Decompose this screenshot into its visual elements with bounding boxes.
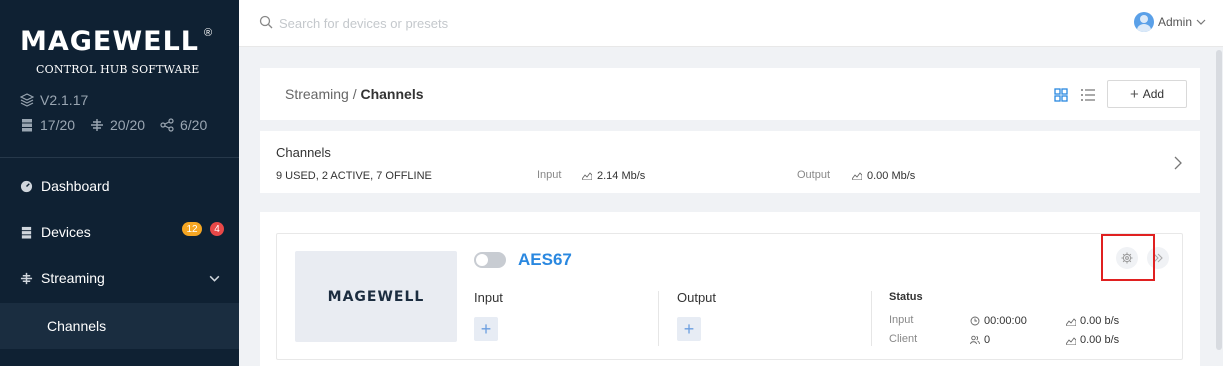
search-icon	[259, 15, 273, 29]
add-button[interactable]: + Add	[1107, 80, 1187, 108]
sidebar-item-devices[interactable]: Devices 12 4	[0, 209, 239, 255]
avatar	[1134, 12, 1154, 32]
breadcrumb: Streaming / Channels	[285, 86, 424, 102]
breadcrumb-separator: /	[348, 86, 361, 102]
channel-name[interactable]: AES67	[518, 250, 572, 270]
sidebar-divider	[0, 157, 239, 158]
breadcrumb-parent[interactable]: Streaming	[285, 86, 349, 102]
chevron-down-icon	[1196, 19, 1206, 25]
section-divider	[658, 291, 659, 346]
sidebar-item-dashboard[interactable]: Dashboard	[0, 163, 239, 209]
devices-warning-badge: 12	[182, 222, 202, 236]
sidebar-item-label: Streaming	[41, 270, 105, 286]
status-duration: 00:00:00	[970, 315, 1027, 327]
summary-counts: 9 USED, 2 ACTIVE, 7 OFFLINE	[276, 170, 432, 182]
version-label: V2.1.17	[40, 92, 89, 108]
sidebar-item-label: Dashboard	[41, 178, 110, 194]
status-input-label: Input	[889, 314, 914, 326]
input-rate-value: 0.00 b/s	[1080, 315, 1120, 327]
stat-share-value: 6/20	[180, 117, 208, 133]
clients-value: 0	[984, 334, 991, 346]
clock-icon	[970, 316, 980, 326]
stat-share: 6/20	[160, 117, 207, 133]
chevron-down-icon	[209, 275, 220, 282]
add-output-button[interactable]: +	[677, 317, 701, 341]
bandwidth-icon	[1066, 318, 1076, 326]
sidebar-item-streaming[interactable]: Streaming	[0, 255, 239, 301]
status-client-rate: 0.00 b/s	[1066, 334, 1119, 346]
share-icon	[160, 118, 174, 132]
stat-servers-value: 17/20	[40, 117, 76, 133]
users-icon	[970, 335, 980, 345]
status-input-rate: 0.00 b/s	[1066, 315, 1119, 327]
summary-output-value: 0.00 Mb/s	[867, 170, 916, 182]
version-info: V2.1.17	[20, 92, 88, 108]
list-view-icon[interactable]	[1080, 88, 1096, 102]
breadcrumb-current: Channels	[360, 86, 424, 102]
channels-summary[interactable]: Channels 9 USED, 2 ACTIVE, 7 OFFLINE Inp…	[260, 131, 1200, 193]
channel-enable-toggle[interactable]	[474, 252, 506, 268]
stat-network-value: 20/20	[110, 117, 146, 133]
user-menu[interactable]: Admin	[1134, 12, 1206, 32]
user-name: Admin	[1158, 15, 1193, 29]
channel-card: MAGEWELL AES67 Input + Output + Status I…	[276, 233, 1183, 360]
layers-icon	[20, 93, 34, 107]
bandwidth-icon	[852, 172, 862, 180]
server-icon	[22, 119, 32, 132]
registered-mark: ®	[204, 27, 213, 39]
client-rate-value: 0.00 b/s	[1080, 334, 1120, 346]
section-divider	[871, 291, 872, 346]
stat-servers: 17/20	[20, 117, 75, 133]
summary-output-rate: 0.00 Mb/s	[852, 170, 915, 182]
brand-subtitle: CONTROL HUB SOFTWARE	[36, 63, 200, 76]
input-section-label: Input	[474, 290, 503, 305]
channel-thumbnail[interactable]: MAGEWELL	[295, 251, 457, 342]
sidebar: MAGEWELL ® CONTROL HUB SOFTWARE V2.1.17 …	[0, 0, 239, 366]
add-button-label: Add	[1142, 87, 1165, 101]
dashboard-icon	[20, 180, 33, 192]
plus-icon: +	[1129, 85, 1139, 103]
status-clients: 0	[970, 334, 990, 346]
highlight-box	[1101, 234, 1155, 281]
sidebar-item-label: Devices	[41, 224, 91, 240]
scrollbar-thumb[interactable]	[1216, 50, 1222, 350]
page-header: Streaming / Channels + Add	[260, 68, 1200, 120]
bandwidth-icon	[582, 172, 592, 180]
network-icon	[91, 119, 103, 131]
brand-logo: MAGEWELL	[20, 26, 200, 57]
summary-input-value: 2.14 Mb/s	[597, 170, 646, 182]
sidebar-item-channels[interactable]: Channels	[0, 303, 239, 349]
summary-title: Channels	[276, 145, 331, 160]
thumbnail-logo: MAGEWELL	[327, 288, 425, 305]
top-bar: Admin	[239, 0, 1223, 47]
output-section-label: Output	[677, 290, 717, 305]
duration-value: 00:00:00	[984, 315, 1027, 327]
search-input[interactable]	[279, 11, 679, 35]
summary-output-label: Output	[797, 169, 831, 181]
streaming-icon	[20, 272, 33, 284]
devices-icon	[21, 226, 32, 239]
summary-input-rate: 2.14 Mb/s	[582, 170, 645, 182]
grid-view-icon[interactable]	[1054, 88, 1068, 102]
status-title: Status	[889, 291, 923, 303]
summary-input-label: Input	[537, 169, 562, 181]
bandwidth-icon	[1066, 337, 1076, 345]
add-input-button[interactable]: +	[474, 317, 498, 341]
devices-error-badge: 4	[210, 222, 224, 236]
chevron-right-icon[interactable]	[1173, 156, 1183, 170]
stat-network: 20/20	[90, 117, 145, 133]
status-client-label: Client	[889, 333, 918, 345]
